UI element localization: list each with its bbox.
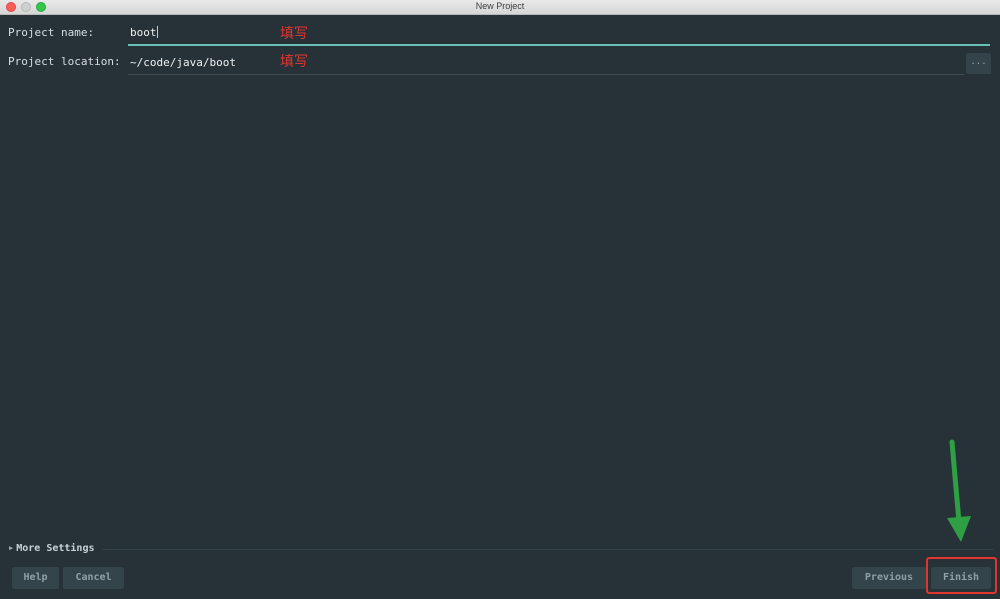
project-location-label: Project location: xyxy=(8,55,121,68)
title-bar: New Project xyxy=(0,0,1000,15)
finish-button[interactable]: Finish xyxy=(931,567,991,589)
project-location-annotation: 填写 xyxy=(280,54,308,70)
cancel-button[interactable]: Cancel xyxy=(63,567,124,589)
more-settings-divider xyxy=(103,549,993,550)
more-settings-toggle[interactable]: ▶ More Settings xyxy=(9,543,95,554)
browse-location-button[interactable]: ... xyxy=(966,53,991,74)
project-location-value: ~/code/java/boot xyxy=(130,56,236,69)
help-button[interactable]: Help xyxy=(12,567,59,589)
previous-button[interactable]: Previous xyxy=(852,567,926,589)
project-name-value: boot xyxy=(130,26,157,39)
project-name-annotation: 填写 xyxy=(280,26,308,42)
project-location-input[interactable]: ~/code/java/boot xyxy=(128,54,964,75)
project-name-input[interactable]: boot xyxy=(128,24,990,46)
window-title: New Project xyxy=(475,1,525,11)
triangle-right-icon: ▶ xyxy=(9,544,14,552)
more-settings-label: More Settings xyxy=(16,543,95,554)
new-project-window: New Project Project name: boot 填写 Projec… xyxy=(0,0,1000,599)
project-name-label: Project name: xyxy=(8,26,95,39)
arrow-down-icon xyxy=(947,439,971,542)
